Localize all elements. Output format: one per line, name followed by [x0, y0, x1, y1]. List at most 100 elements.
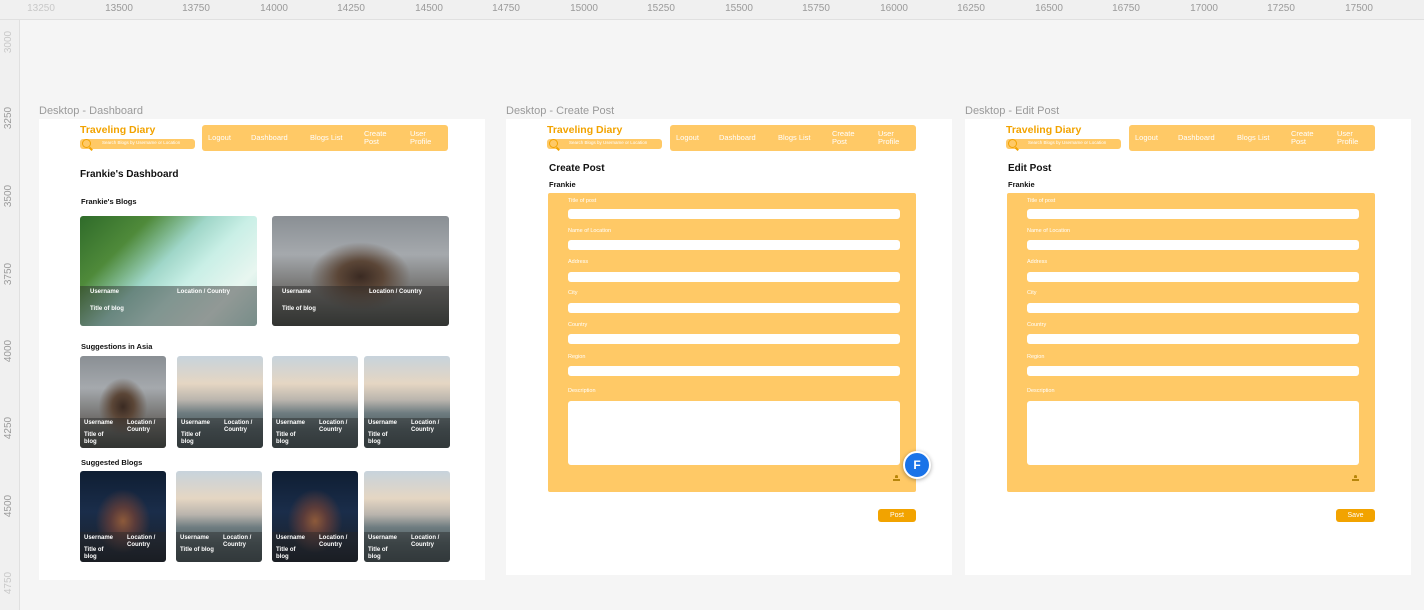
nav-blogs-list[interactable]: Blogs List [778, 134, 811, 142]
card-title: Title of blog [276, 432, 296, 445]
ruler-tick: 17000 [1190, 3, 1218, 14]
ruler-tick: 3000 [3, 30, 14, 54]
nav-user-profile[interactable]: User Profile [1337, 130, 1367, 146]
edit-post-frame[interactable]: Traveling Diary Search Blogs by Username… [965, 119, 1411, 575]
label-address: Address [1027, 259, 1048, 265]
address-input[interactable] [568, 272, 900, 282]
label-country: Country [1027, 322, 1047, 328]
nav-user-profile[interactable]: User Profile [410, 130, 440, 146]
label-address: Address [568, 259, 589, 265]
title-of-post-input[interactable] [1027, 209, 1359, 219]
label-name-of-location: Name of Location [1027, 228, 1071, 234]
nav-create-post[interactable]: Create Post [1291, 130, 1321, 146]
label-region: Region [568, 354, 586, 360]
card-location: Location / Country [127, 535, 156, 548]
suggested-card[interactable]: Username Location / Country Title of blo… [364, 471, 450, 562]
brand-logo[interactable]: Traveling Diary [547, 124, 622, 136]
name-of-location-input[interactable] [1027, 240, 1359, 250]
suggested-card[interactable]: Username Location / Country Title of blo… [176, 471, 262, 562]
page-title: Frankie's Dashboard [80, 169, 179, 180]
search-placeholder: Search Blogs by Username or Location [569, 140, 648, 145]
post-button[interactable]: Post [878, 509, 916, 522]
country-input[interactable] [568, 334, 900, 344]
description-textarea[interactable] [568, 401, 900, 465]
upload-icon[interactable] [1352, 475, 1359, 481]
suggestion-card[interactable]: Username Location / Country Title of blo… [364, 356, 450, 448]
nav-dashboard[interactable]: Dashboard [719, 134, 756, 142]
frame-label-dashboard[interactable]: Desktop - Dashboard [39, 105, 143, 117]
name-of-location-input[interactable] [568, 240, 900, 250]
save-button[interactable]: Save [1336, 509, 1375, 522]
collaborator-avatar[interactable]: F [903, 451, 931, 479]
country-input[interactable] [1027, 334, 1359, 344]
card-username: Username [181, 420, 211, 426]
card-location: Location / Country [319, 420, 348, 433]
nav-logout[interactable]: Logout [208, 134, 231, 142]
nav-create-post[interactable]: Create Post [832, 130, 862, 146]
card-location: Location / Country [127, 420, 156, 433]
ruler-tick: 15000 [570, 3, 598, 14]
ruler-tick: 4500 [3, 494, 14, 518]
frame-label-edit-post[interactable]: Desktop - Edit Post [965, 105, 1059, 117]
nav-bar: Logout Dashboard Blogs List Create Post … [202, 125, 448, 151]
page-title: Create Post [549, 163, 605, 174]
description-textarea[interactable] [1027, 401, 1359, 465]
ruler-tick: 13250 [27, 3, 55, 14]
ruler-tick: 16500 [1035, 3, 1063, 14]
frame-label-create-post[interactable]: Desktop - Create Post [506, 105, 614, 117]
card-location: Location / Country [319, 535, 348, 548]
nav-dashboard[interactable]: Dashboard [1178, 134, 1215, 142]
card-location: Location / Country [224, 420, 253, 433]
card-location: Location / Country [223, 535, 252, 548]
search-icon [1008, 139, 1017, 148]
search-bar[interactable]: Search Blogs by Username or Location [547, 139, 662, 149]
card-title: Title of blog [276, 547, 296, 560]
card-location: Location / Country [411, 420, 440, 433]
card-title: Title of blog [368, 547, 388, 560]
card-location: Location / Country [411, 535, 440, 548]
suggested-card[interactable]: Username Location / Country Title of blo… [272, 471, 358, 562]
card-username: Username [84, 420, 114, 426]
ruler-tick: 15750 [802, 3, 830, 14]
card-username: Username [90, 289, 120, 295]
ruler-tick: 3750 [3, 262, 14, 286]
dashboard-frame[interactable]: Traveling Diary Search Blogs by Username… [39, 119, 485, 580]
nav-user-profile[interactable]: User Profile [878, 130, 908, 146]
author-name: Frankie [1008, 180, 1035, 189]
suggestion-card[interactable]: Username Location / Country Title of blo… [80, 356, 166, 448]
card-title: Title of blog [84, 432, 104, 445]
ruler-tick: 15250 [647, 3, 675, 14]
city-input[interactable] [1027, 303, 1359, 313]
suggestion-card[interactable]: Username Location / Country Title of blo… [177, 356, 263, 448]
nav-blogs-list[interactable]: Blogs List [1237, 134, 1270, 142]
nav-logout[interactable]: Logout [676, 134, 699, 142]
card-location: Location / Country [369, 289, 422, 295]
search-icon [82, 139, 91, 148]
nav-logout[interactable]: Logout [1135, 134, 1158, 142]
brand-logo[interactable]: Traveling Diary [1006, 124, 1081, 136]
label-city: City [1027, 290, 1037, 296]
search-bar[interactable]: Search Blogs by Username or Location [80, 139, 195, 149]
suggested-card[interactable]: Username Location / Country Title of blo… [80, 471, 166, 562]
brand-logo[interactable]: Traveling Diary [80, 124, 155, 136]
suggestion-card[interactable]: Username Location / Country Title of blo… [272, 356, 358, 448]
nav-create-post[interactable]: Create Post [364, 130, 394, 146]
create-post-frame[interactable]: Traveling Diary Search Blogs by Username… [506, 119, 952, 575]
search-bar[interactable]: Search Blogs by Username or Location [1006, 139, 1121, 149]
card-title: Title of blog [84, 547, 104, 560]
card-username: Username [282, 289, 312, 295]
nav-dashboard[interactable]: Dashboard [251, 134, 288, 142]
blog-card[interactable]: Username Location / Country Title of blo… [272, 216, 449, 326]
blog-card[interactable]: Username Location / Country Title of blo… [80, 216, 257, 326]
title-of-post-input[interactable] [568, 209, 900, 219]
address-input[interactable] [1027, 272, 1359, 282]
nav-blogs-list[interactable]: Blogs List [310, 134, 343, 142]
city-input[interactable] [568, 303, 900, 313]
ruler-tick: 16000 [880, 3, 908, 14]
ruler-tick: 17500 [1345, 3, 1373, 14]
ruler-tick: 16250 [957, 3, 985, 14]
region-input[interactable] [1027, 366, 1359, 376]
region-input[interactable] [568, 366, 900, 376]
nav-bar: Logout Dashboard Blogs List Create Post … [670, 125, 916, 151]
upload-icon[interactable] [893, 475, 900, 481]
